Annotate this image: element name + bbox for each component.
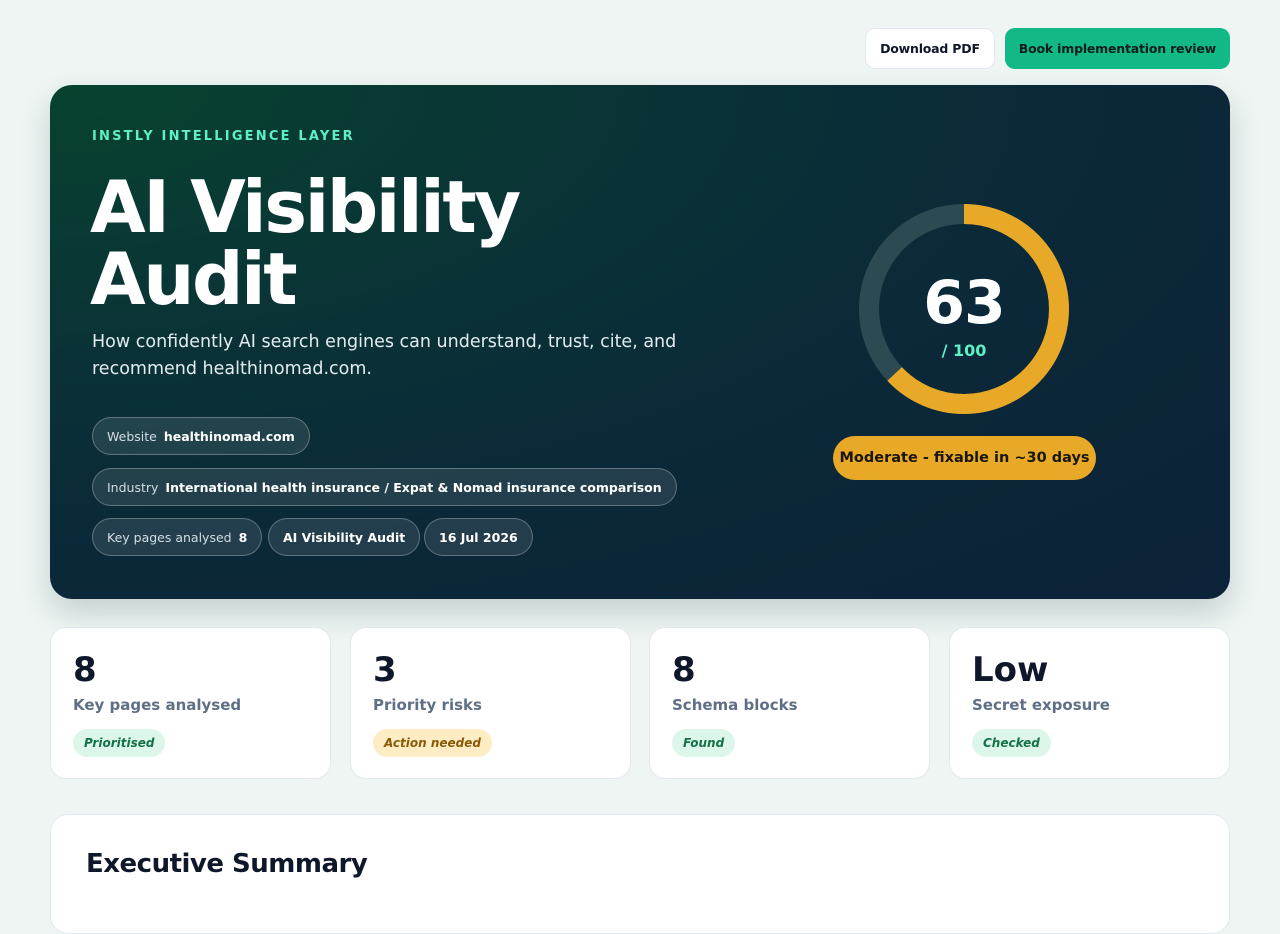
stat-value: 8 <box>73 650 97 690</box>
score-gauge: 63 / 100 <box>858 203 1070 415</box>
website-chip: Website healthinomad.com <box>92 417 310 455</box>
audit-type-chip-value: AI Visibility Audit <box>283 529 406 545</box>
stat-label: Secret exposure <box>972 696 1110 714</box>
stat-card-risks: 3 Priority risks Action needed <box>350 627 631 779</box>
score-verdict-badge: Moderate - fixable in ~30 days <box>833 436 1096 480</box>
toolbar: Download PDF Book implementation review <box>865 28 1230 69</box>
stat-badge: Action needed <box>373 729 492 757</box>
stat-badge: Prioritised <box>73 729 166 757</box>
industry-chip-value: International health insurance / Expat &… <box>165 479 662 495</box>
stat-card-schema: 8 Schema blocks Found <box>649 627 930 779</box>
stat-label: Key pages analysed <box>73 696 242 714</box>
page-title: AI Visibility Audit <box>90 165 521 321</box>
stat-value: 8 <box>672 650 696 690</box>
industry-chip-key: Industry <box>107 479 159 495</box>
website-chip-key: Website <box>107 428 157 444</box>
pages-chip-value: 8 <box>238 529 248 545</box>
score-value: 63 <box>923 268 1006 338</box>
industry-chip: Industry International health insurance … <box>92 468 677 506</box>
executive-summary-heading: Executive Summary <box>86 849 368 879</box>
stat-badge: Found <box>672 729 736 757</box>
score-max: / 100 <box>941 341 987 360</box>
pages-chip: Key pages analysed 8 <box>92 518 263 556</box>
website-chip-value: healthinomad.com <box>163 428 295 444</box>
stat-card-secrets: Low Secret exposure Checked <box>949 627 1230 779</box>
hero-eyebrow: INSTLY INTELLIGENCE LAYER <box>92 129 355 144</box>
stat-value: Low <box>972 650 1049 690</box>
download-pdf-button[interactable]: Download PDF <box>865 28 995 69</box>
date-chip-value: 16 Jul 2026 <box>439 529 518 545</box>
pages-chip-key: Key pages analysed <box>107 529 232 545</box>
stat-value: 3 <box>373 650 397 690</box>
stat-label: Schema blocks <box>672 696 798 714</box>
date-chip: 16 Jul 2026 <box>424 518 533 556</box>
stat-badge: Checked <box>972 729 1051 757</box>
stat-label: Priority risks <box>373 696 482 714</box>
executive-summary-card: Executive Summary <box>50 814 1230 934</box>
audit-type-chip: AI Visibility Audit <box>268 518 421 556</box>
hero-card: INSTLY INTELLIGENCE LAYER AI Visibility … <box>50 85 1230 599</box>
stat-card-pages: 8 Key pages analysed Prioritised <box>50 627 331 779</box>
book-review-button[interactable]: Book implementation review <box>1004 28 1230 69</box>
hero-subtitle: How confidently AI search engines can un… <box>92 332 677 379</box>
